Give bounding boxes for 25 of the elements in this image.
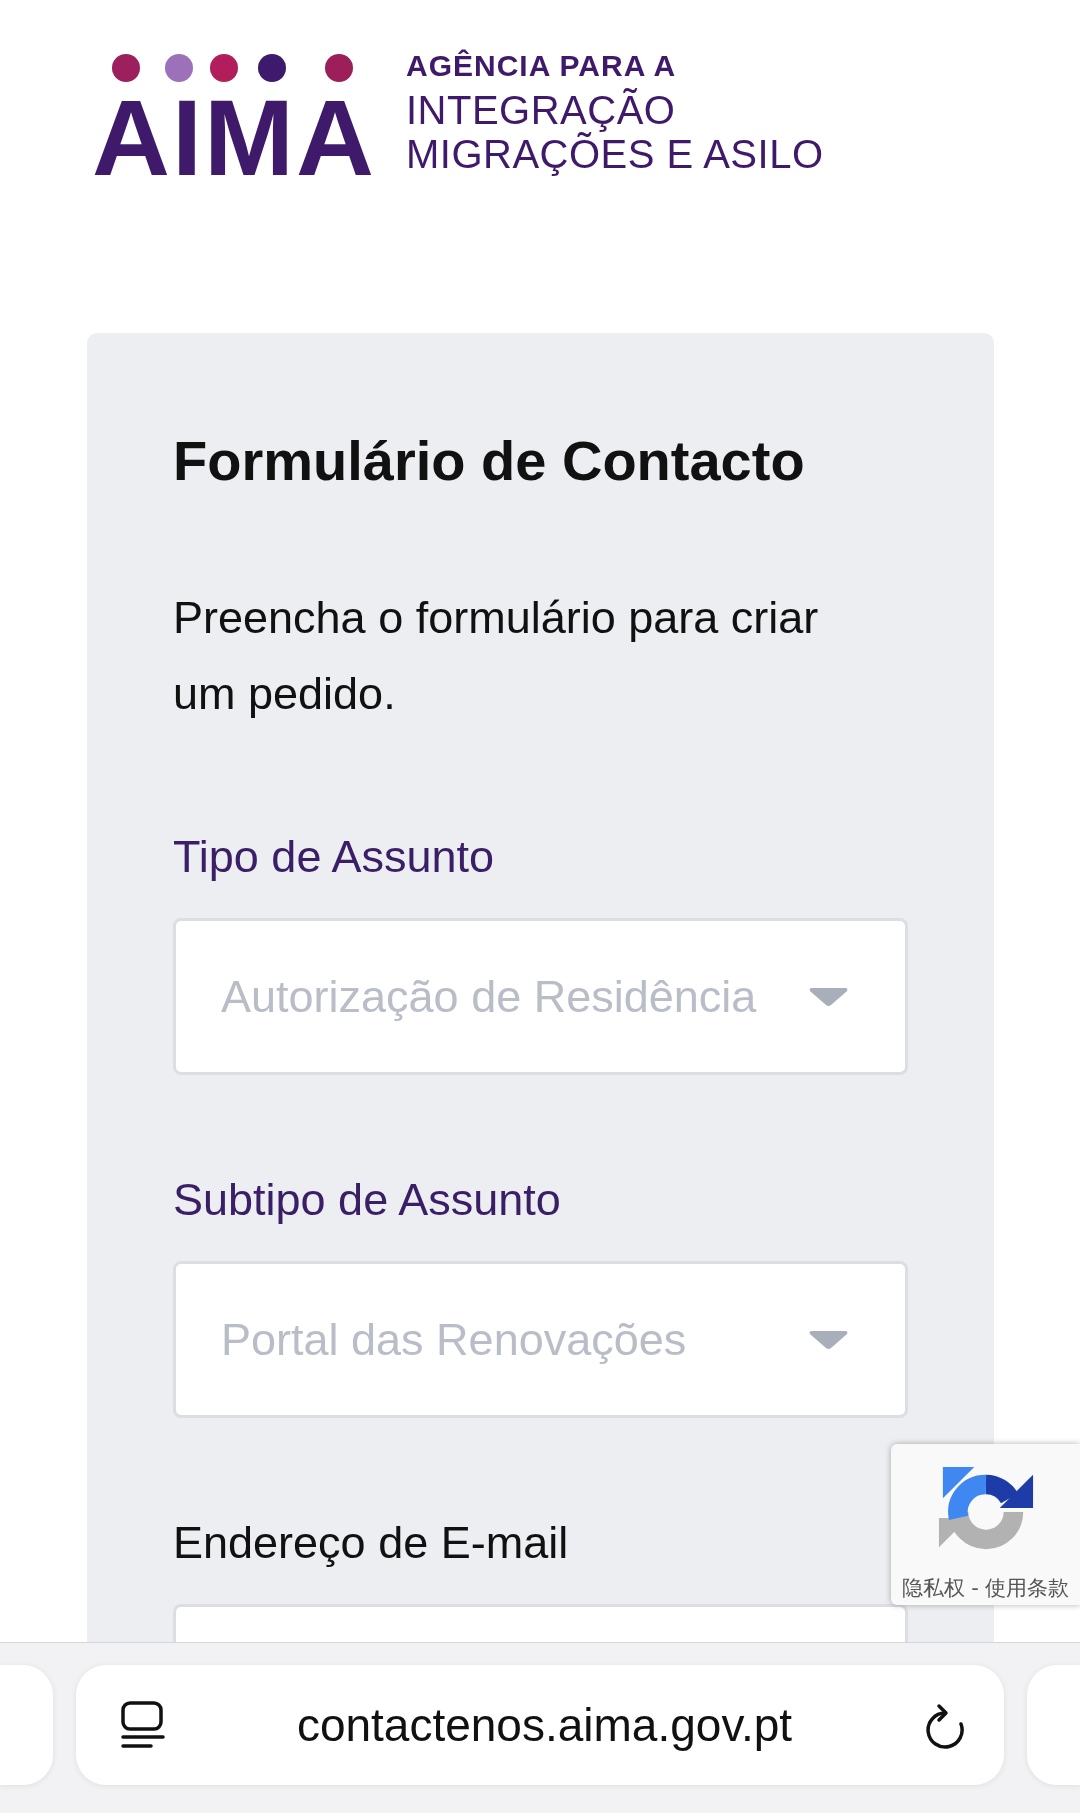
logo-name-line: MIGRAÇÕES E ASILO	[406, 132, 824, 176]
dot-icon	[258, 54, 286, 82]
terms-link[interactable]: 使用条款	[984, 1575, 1069, 1601]
page-menu-icon[interactable]	[121, 1701, 165, 1749]
dot-icon	[210, 54, 238, 82]
caret-icon	[808, 1329, 849, 1350]
logo-tagline: AGÊNCIA PARA A	[406, 48, 677, 84]
email-input[interactable]	[173, 1604, 908, 1642]
field-label: Endereço de E-mail	[173, 1516, 569, 1570]
form-description: Preencha o formulário para criar um pedido.	[173, 591, 820, 721]
tab-preview[interactable]	[0, 1665, 53, 1785]
tab-preview[interactable]	[1027, 1665, 1080, 1785]
url-text: contactenos.aima.gov.pt	[296, 1698, 793, 1752]
form-title: Formulário de Contacto	[173, 428, 805, 494]
logo-name-line: INTEGRAÇÃO	[406, 88, 676, 132]
field-label: Subtipo de Assunto	[173, 1173, 561, 1227]
field-label: Tipo de Assunto	[173, 830, 495, 884]
privacy-link[interactable]: 隐私权	[902, 1575, 966, 1601]
address-bar[interactable]: contactenos.aima.gov.pt	[76, 1665, 1004, 1785]
dot-icon	[165, 54, 193, 82]
link-separator: -	[971, 1575, 979, 1601]
dot-icon	[112, 54, 140, 82]
caret-icon	[808, 986, 849, 1007]
dot-icon	[325, 54, 353, 82]
logo-wordmark: AIMA	[92, 84, 376, 192]
